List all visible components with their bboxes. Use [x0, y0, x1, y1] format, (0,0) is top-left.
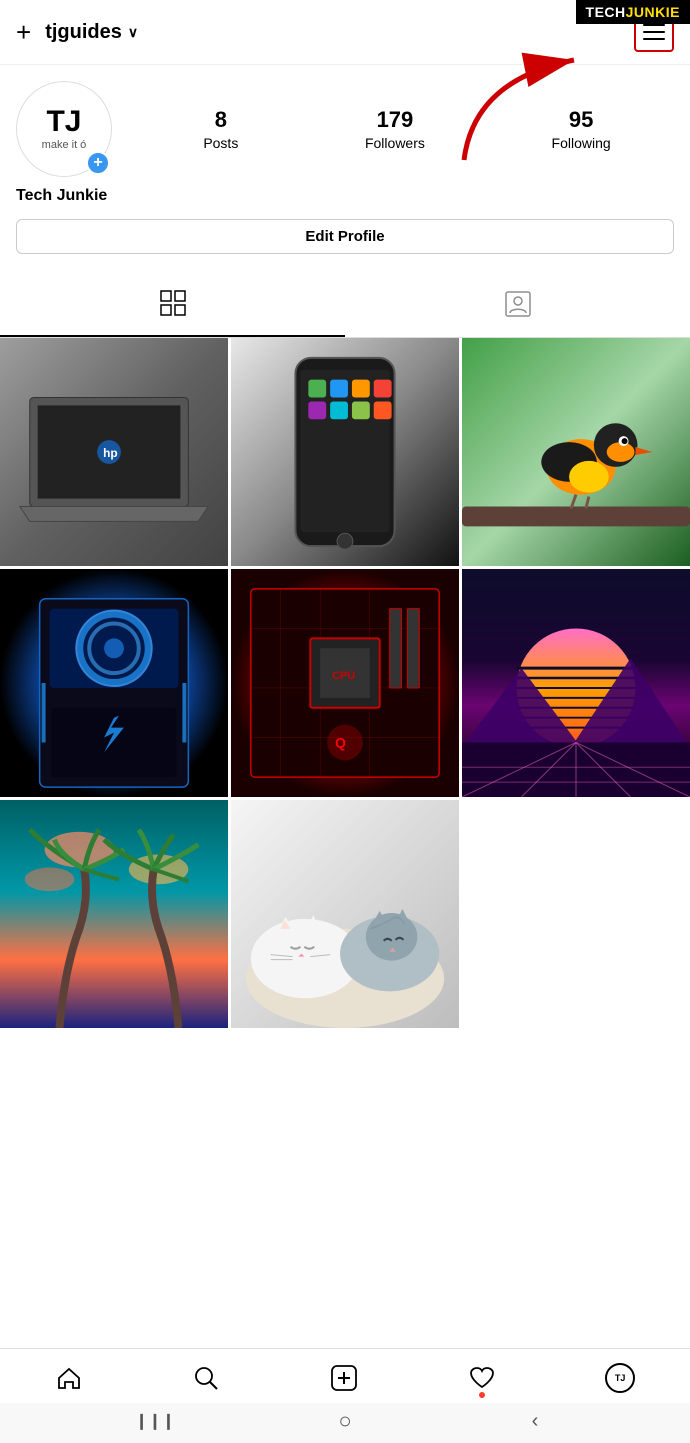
grid-item[interactable]	[231, 800, 459, 1028]
profile-section: TJ make it ó + 8 Posts 179 Followers 95 …	[0, 65, 690, 266]
posts-label: Posts	[203, 135, 238, 151]
followers-stat[interactable]: 179 Followers	[365, 107, 425, 151]
grid-item[interactable]	[462, 338, 690, 566]
grid-item[interactable]	[231, 338, 459, 566]
avatar-container[interactable]: TJ make it ó +	[16, 81, 112, 177]
nav-search[interactable]	[180, 1360, 232, 1396]
watermark: TECHJUNKIE	[576, 0, 690, 24]
heart-icon	[468, 1364, 496, 1392]
grid-item[interactable]: CPU Q	[231, 569, 459, 797]
system-recent-button[interactable]: ‹	[523, 1409, 547, 1433]
followers-count: 179	[377, 107, 414, 133]
svg-text:Q: Q	[335, 734, 346, 750]
avatar-subtitle: make it ó	[42, 139, 87, 151]
header-left: + tjguides ∨	[16, 17, 138, 48]
avatar-initials: TJ	[46, 107, 81, 137]
bottom-nav: TJ ❙❙❙ ○ ‹	[0, 1348, 690, 1443]
watermark-tech: TECH	[586, 4, 626, 20]
photo-grid: hp	[0, 338, 690, 1028]
avatar-add-button[interactable]: +	[86, 151, 110, 175]
recent-apps-icon: ❙❙❙	[135, 1411, 175, 1431]
profile-name: Tech Junkie	[16, 187, 674, 215]
tab-tagged[interactable]	[345, 278, 690, 337]
nav-bar: TJ	[0, 1349, 690, 1403]
chevron-down-icon: ∨	[128, 24, 138, 41]
svg-text:hp: hp	[103, 446, 118, 460]
add-button[interactable]: +	[16, 17, 31, 48]
nav-avatar: TJ	[605, 1363, 635, 1393]
grid-icon	[160, 290, 186, 323]
watermark-junkie: JUNKIE	[626, 4, 680, 20]
username-text: tjguides	[45, 21, 122, 44]
nav-activity[interactable]	[456, 1360, 508, 1396]
nav-add-post[interactable]	[318, 1360, 370, 1396]
grid-item[interactable]	[0, 569, 228, 797]
username-button[interactable]: tjguides ∨	[45, 21, 138, 44]
nav-profile[interactable]: TJ	[593, 1359, 647, 1397]
following-stat[interactable]: 95 Following	[552, 107, 611, 151]
following-label: Following	[552, 135, 611, 151]
grid-item[interactable]: hp	[0, 338, 228, 566]
home-circle-icon: ○	[338, 1408, 351, 1434]
menu-line-2	[643, 31, 665, 33]
system-home-button[interactable]: ○	[333, 1409, 357, 1433]
posts-stat[interactable]: 8 Posts	[203, 107, 238, 151]
activity-dot	[479, 1392, 485, 1398]
grid-item[interactable]	[0, 800, 228, 1028]
system-bar: ❙❙❙ ○ ‹	[0, 1403, 690, 1443]
tab-bar	[0, 278, 690, 338]
menu-line-1	[643, 24, 665, 26]
profile-stats-row: TJ make it ó + 8 Posts 179 Followers 95 …	[16, 81, 674, 177]
followers-label: Followers	[365, 135, 425, 151]
person-tag-icon	[505, 291, 531, 324]
grid-item[interactable]	[462, 569, 690, 797]
tab-grid[interactable]	[0, 278, 345, 337]
posts-count: 8	[215, 107, 227, 133]
nav-avatar-initials: TJ	[615, 1373, 626, 1383]
svg-text:CPU: CPU	[332, 670, 355, 682]
search-icon	[192, 1364, 220, 1392]
back-arrow-icon: ‹	[532, 1410, 539, 1433]
add-post-icon	[330, 1364, 358, 1392]
menu-line-3	[643, 38, 665, 40]
stats-container: 8 Posts 179 Followers 95 Following	[140, 107, 674, 151]
nav-home[interactable]	[43, 1360, 95, 1396]
following-count: 95	[569, 107, 593, 133]
home-icon	[55, 1364, 83, 1392]
edit-profile-button[interactable]: Edit Profile	[16, 219, 674, 254]
system-back-button[interactable]: ❙❙❙	[143, 1409, 167, 1433]
